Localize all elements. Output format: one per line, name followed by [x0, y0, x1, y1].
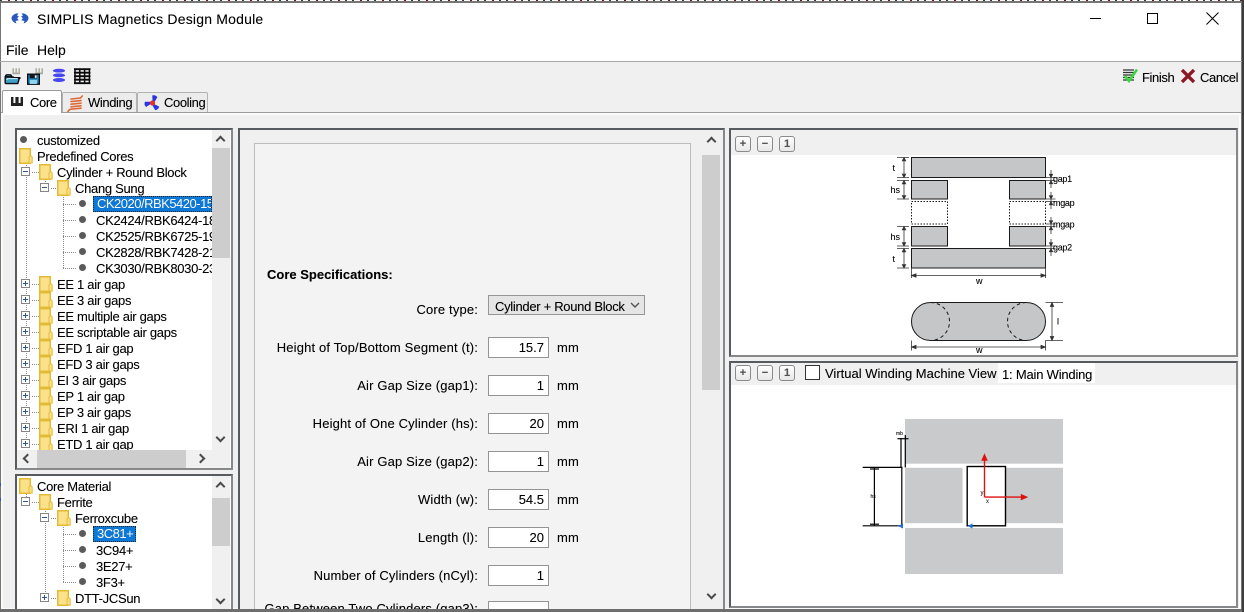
svg-text:gap2: gap2: [1053, 243, 1072, 253]
svg-text:hs: hs: [890, 185, 900, 195]
svg-text:w: w: [975, 345, 983, 355]
svg-text:mgap: mgap: [1053, 220, 1075, 230]
svg-text:gap1: gap1: [1053, 174, 1072, 184]
svg-text:x: x: [986, 499, 989, 505]
svg-text:w: w: [975, 276, 983, 286]
svg-text:t: t: [892, 254, 895, 264]
svg-text:mgap: mgap: [1053, 198, 1075, 208]
svg-text:mb: mb: [896, 431, 903, 437]
svg-text:hs: hs: [871, 494, 877, 500]
svg-text:l: l: [1057, 317, 1059, 327]
svg-text:t: t: [892, 163, 895, 173]
svg-text:hs: hs: [890, 232, 900, 242]
svg-text:y: y: [981, 491, 984, 497]
